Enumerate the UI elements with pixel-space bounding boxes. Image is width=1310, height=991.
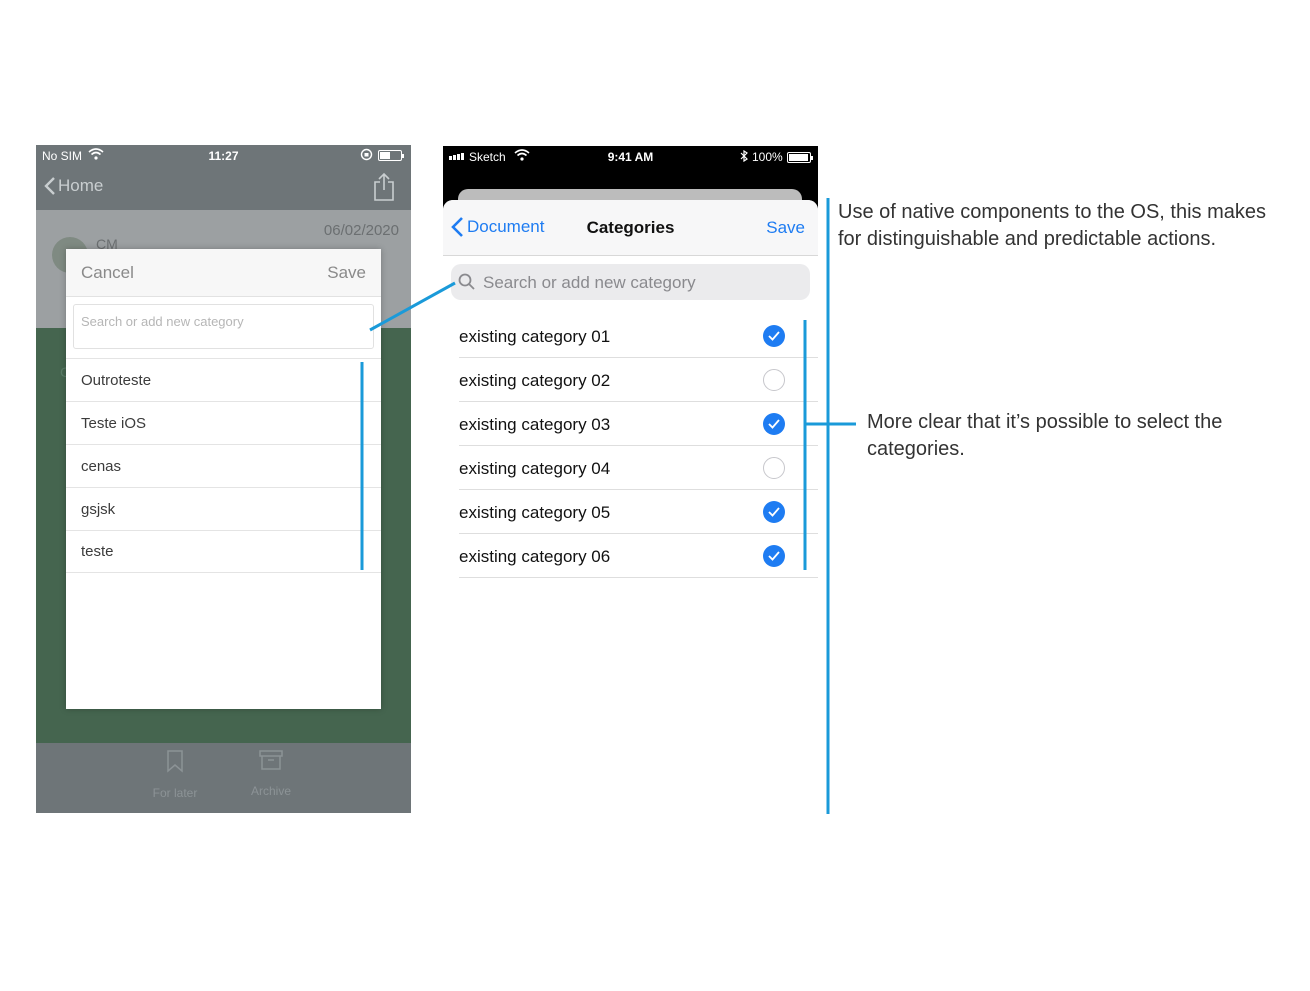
annotation-lines bbox=[360, 198, 856, 814]
annotation-native-components: Use of native components to the OS, this… bbox=[838, 201, 1266, 250]
search-callout-line bbox=[369, 281, 456, 332]
annotation-selectable-categories: More clear that it’s possible to select … bbox=[867, 411, 1223, 460]
